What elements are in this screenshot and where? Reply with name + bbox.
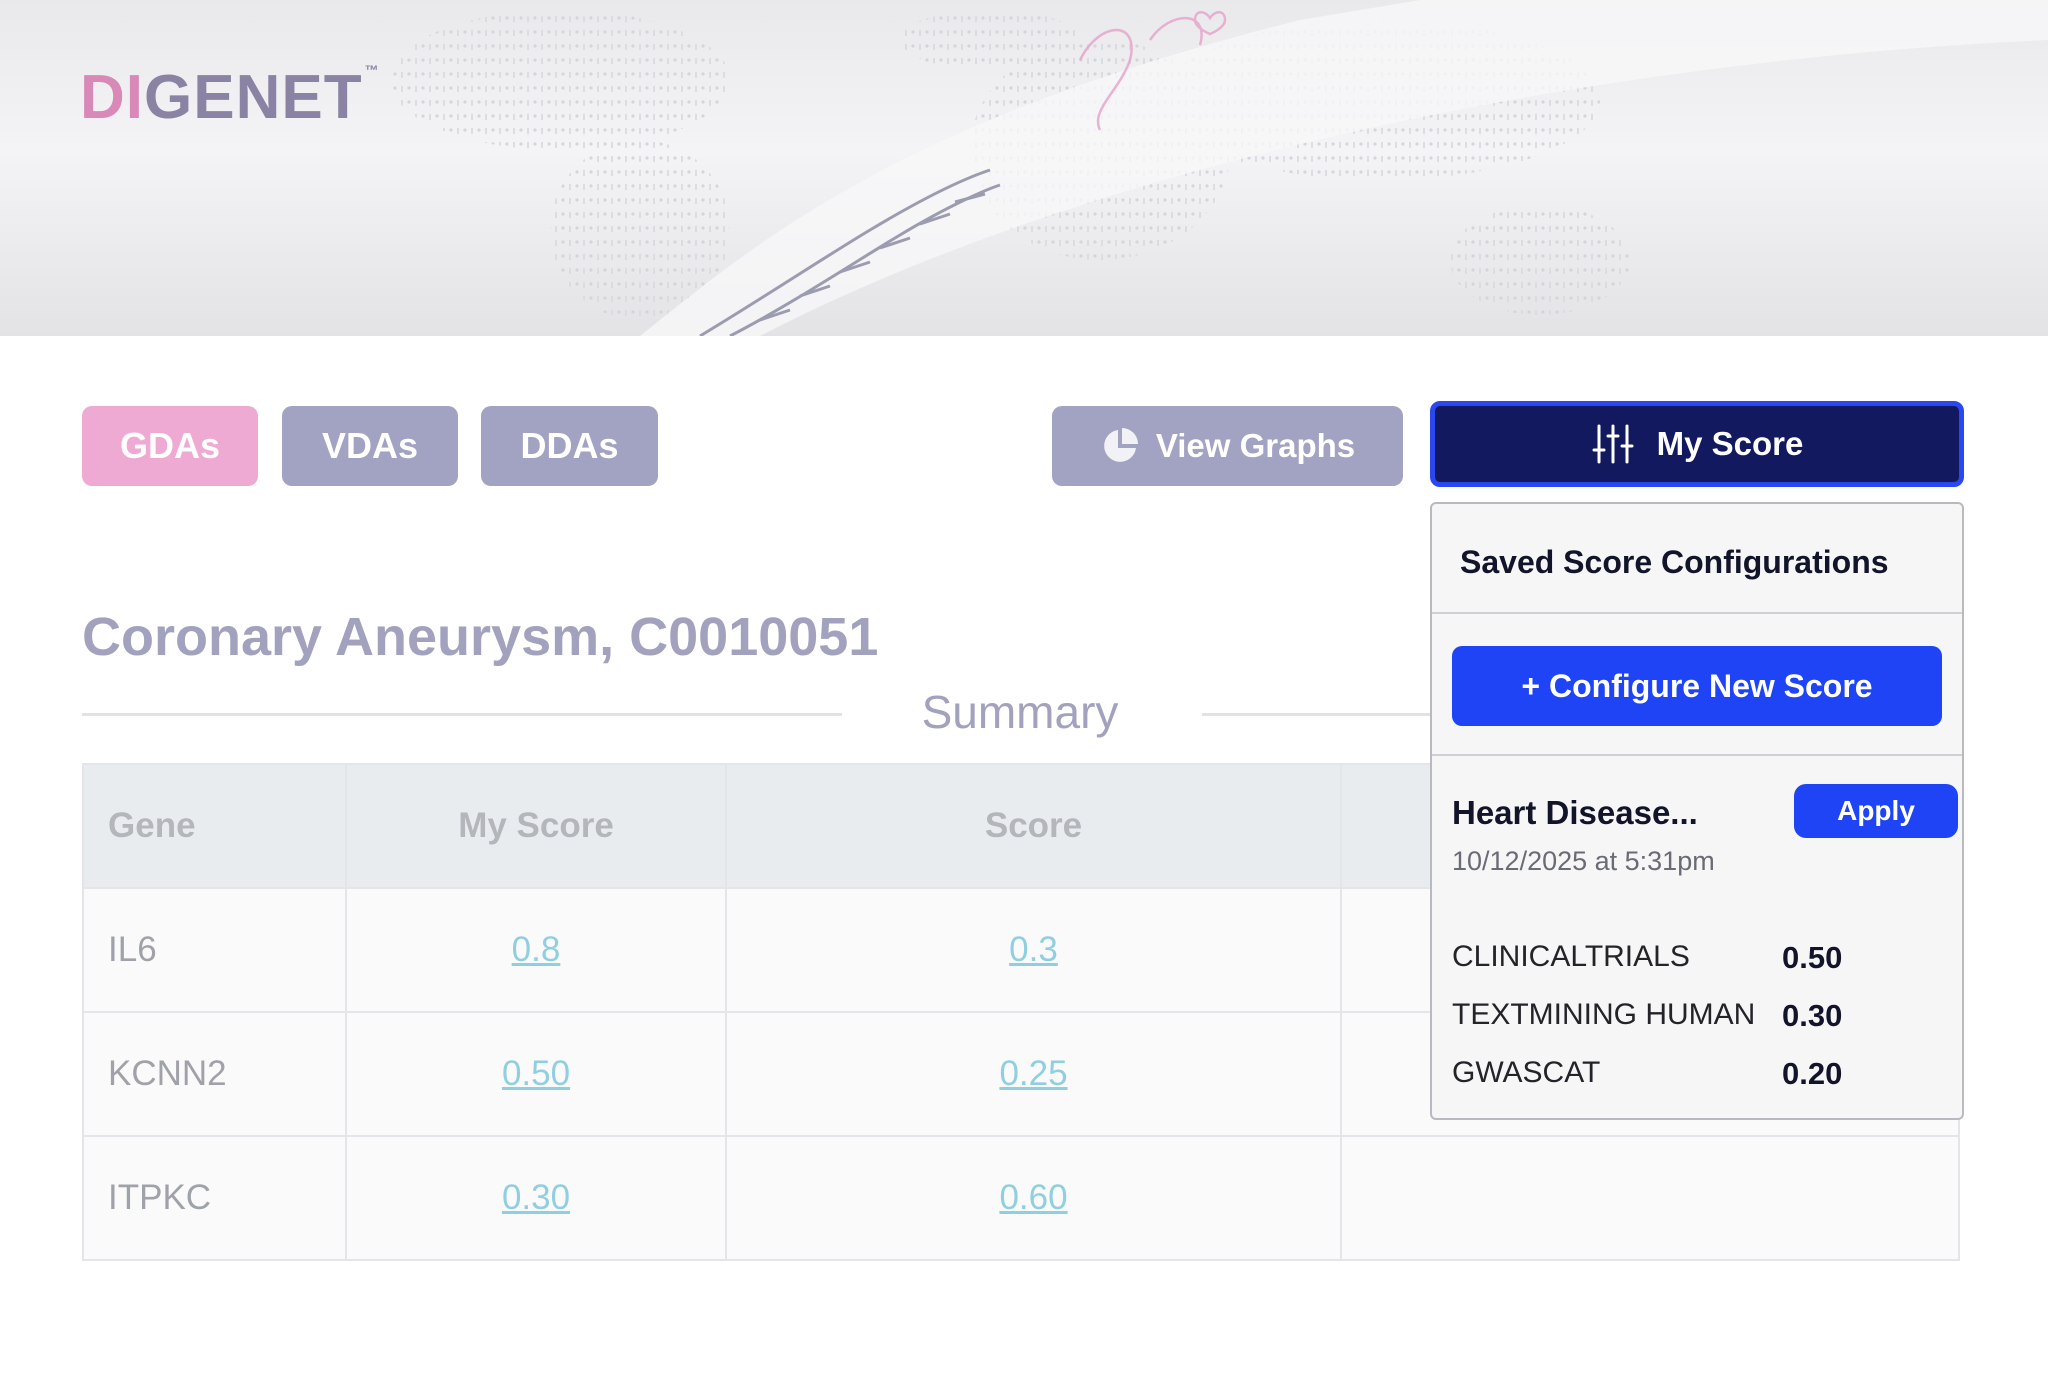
score-cell: 0.25 <box>725 1011 1342 1137</box>
weight-row: GWASCAT 0.20 <box>1452 1056 1932 1100</box>
score-link[interactable]: 0.60 <box>999 1178 1067 1217</box>
column-header-my-score[interactable]: My Score <box>345 763 727 889</box>
weight-value: 0.20 <box>1782 1056 1843 1091</box>
extra-cell <box>1340 1135 1960 1261</box>
score-link[interactable]: 0.25 <box>999 1054 1067 1093</box>
dna-world-map-illustration <box>390 0 2048 336</box>
my-score-link[interactable]: 0.50 <box>502 1054 570 1093</box>
configuration-name: Heart Disease... <box>1452 794 1698 831</box>
sliders-icon <box>1592 424 1634 464</box>
gene-cell: IL6 <box>82 887 347 1013</box>
score-cell: 0.3 <box>725 887 1342 1013</box>
configure-new-score-button[interactable]: + Configure New Score <box>1452 646 1942 726</box>
weight-row: TEXTMINING HUMAN 0.30 <box>1452 998 1932 1042</box>
weight-source: CLINICALTRIALS <box>1452 940 1690 973</box>
configuration-date: 10/12/2025 at 5:31pm <box>1452 846 1715 876</box>
dropdown-heading: Saved Score Configurations <box>1460 544 1889 580</box>
my-score-cell: 0.8 <box>345 887 727 1013</box>
score-cell: 0.60 <box>725 1135 1342 1261</box>
tab-label: DDAs <box>520 425 619 466</box>
divider <box>1432 612 1962 614</box>
tab-gdas[interactable]: GDAs <box>82 406 258 486</box>
my-score-label: My Score <box>1656 425 1804 462</box>
view-graphs-label: View Graphs <box>1155 427 1356 464</box>
gene-cell: ITPKC <box>82 1135 347 1261</box>
divider <box>1432 754 1962 756</box>
my-score-cell: 0.50 <box>345 1011 727 1137</box>
my-score-link[interactable]: 0.30 <box>502 1178 570 1217</box>
my-score-link[interactable]: 0.8 <box>512 930 561 969</box>
hero-banner: DIGENET ™ <box>0 0 2048 336</box>
divider <box>1202 713 1442 716</box>
pie-chart-icon <box>1103 428 1138 462</box>
section-label: Summary <box>921 686 1119 738</box>
weight-value: 0.30 <box>1782 998 1843 1033</box>
tab-label: GDAs <box>119 425 221 466</box>
weight-source: GWASCAT <box>1452 1056 1601 1089</box>
apply-button[interactable]: Apply <box>1794 784 1958 838</box>
tab-vdas[interactable]: VDAs <box>282 406 458 486</box>
page-title: Coronary Aneurysm, C0010051 <box>82 607 879 667</box>
gene-cell: KCNN2 <box>82 1011 347 1137</box>
disgenet-logo[interactable]: DIGENET ™ <box>80 62 380 133</box>
weight-value: 0.50 <box>1782 940 1843 975</box>
saved-score-dropdown: Saved Score Configurations + Configure N… <box>1430 502 1964 1120</box>
weight-source: TEXTMINING HUMAN <box>1452 998 1756 1031</box>
weight-row: CLINICALTRIALS 0.50 <box>1452 940 1932 984</box>
score-link[interactable]: 0.3 <box>1009 930 1058 969</box>
tab-ddas[interactable]: DDAs <box>481 406 658 486</box>
my-score-cell: 0.30 <box>345 1135 727 1261</box>
tab-label: VDAs <box>321 425 419 466</box>
column-header-score[interactable]: Score <box>725 763 1342 889</box>
divider <box>82 713 842 716</box>
view-graphs-button[interactable]: View Graphs <box>1052 406 1403 486</box>
table-row: ITPKC 0.30 0.60 <box>82 1135 1960 1261</box>
my-score-button[interactable]: My Score <box>1430 401 1964 487</box>
column-header-gene[interactable]: Gene <box>82 763 347 889</box>
